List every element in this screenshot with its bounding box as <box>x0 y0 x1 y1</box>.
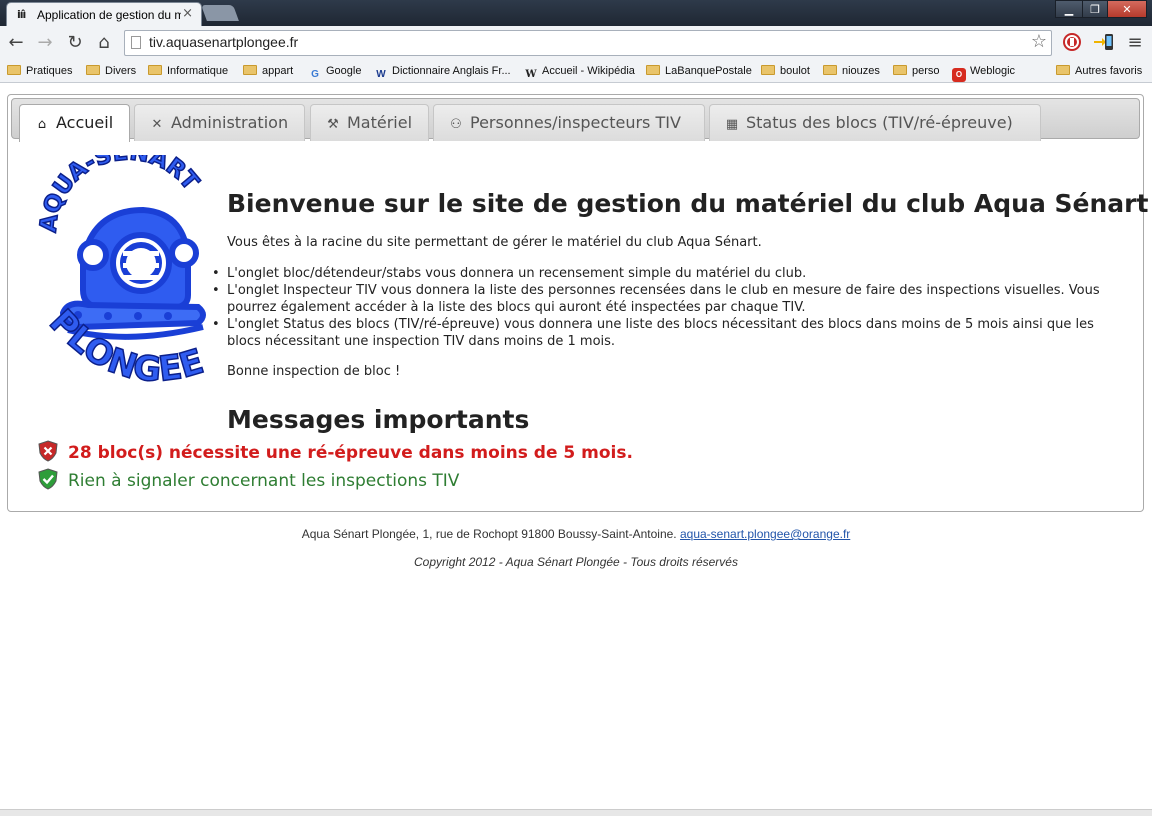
folder-icon <box>243 65 257 75</box>
list-item: L'onglet bloc/détendeur/stabs vous donne… <box>212 265 1117 282</box>
folder-icon <box>761 65 775 75</box>
bookmark-wikipedia[interactable]: W Accueil - Wikipédia <box>524 63 635 80</box>
info-list: L'onglet bloc/détendeur/stabs vous donne… <box>212 265 1117 350</box>
browser-titlebar: iíì Application de gestion du mat × ▁ ❐ … <box>0 0 1152 28</box>
wordreference-icon: W <box>376 69 386 80</box>
new-tab-button[interactable] <box>201 5 239 21</box>
wrench-icon: ⚒ <box>327 117 339 132</box>
footer-email-link[interactable]: aqua-senart.plongee@orange.fr <box>680 527 850 541</box>
tab-status-blocs[interactable]: ▦ Status des blocs (TIV/ré-épreuve) <box>709 104 1041 141</box>
browser-toolbar: ← → ↻ ⌂ tiv.aquasenartplongee.fr ☆ ≡ <box>0 26 1152 60</box>
list-item: L'onglet Status des blocs (TIV/ré-épreuv… <box>212 316 1117 350</box>
tools-icon: ✕ <box>151 117 163 132</box>
page-content: ⌂ Accueil ✕ Administration ⚒ Matériel ⚇ Pers… <box>0 83 1152 816</box>
home-icon: ⌂ <box>37 117 47 132</box>
main-panel: ⌂ Accueil ✕ Administration ⚒ Matériel ⚇ Pers… <box>7 94 1148 512</box>
browser-tab[interactable]: iíì Application de gestion du mat × <box>6 2 202 28</box>
bookmark-pratiques[interactable]: Pratiques <box>7 63 72 79</box>
folder-icon <box>148 65 162 75</box>
folder-icon <box>86 65 100 75</box>
address-bar[interactable]: tiv.aquasenartplongee.fr ☆ <box>124 30 1052 56</box>
browser-tab-title: Application de gestion du mat <box>37 8 181 22</box>
bookmark-labanquepostale[interactable]: LaBanquePostale <box>646 63 752 79</box>
footer-address: Aqua Sénart Plongée, 1, rue de Rochopt 9… <box>301 527 851 541</box>
minimize-button[interactable]: ▁ <box>1055 0 1083 18</box>
alert-text: 28 bloc(s) nécessite une ré-épreuve dans… <box>68 443 633 463</box>
calendar-icon: ▦ <box>725 117 739 132</box>
bookmark-niouzes[interactable]: niouzes <box>823 63 880 79</box>
back-icon[interactable]: ← <box>4 32 28 54</box>
tab-materiel[interactable]: ⚒ Matériel <box>310 104 429 141</box>
error-shield-icon <box>38 440 58 462</box>
reload-icon[interactable]: ↻ <box>63 32 87 54</box>
page-icon <box>131 36 141 49</box>
bookmarks-bar: Pratiques Divers Informatique appart G Go… <box>0 60 1152 83</box>
bookmark-google[interactable]: G Google <box>308 63 361 80</box>
bookmark-informatique[interactable]: Informatique <box>148 63 228 79</box>
tab-strip: ⌂ Accueil ✕ Administration ⚒ Matériel ⚇ Pers… <box>11 98 1140 142</box>
bookmark-autres-favoris[interactable]: Autres favoris <box>1056 63 1142 79</box>
folder-icon <box>823 65 837 75</box>
stop-extension-icon[interactable] <box>1061 32 1083 54</box>
maximize-button[interactable]: ❐ <box>1082 0 1108 18</box>
bookmark-appart[interactable]: appart <box>243 63 293 79</box>
bookmark-perso[interactable]: perso <box>893 63 940 79</box>
folder-icon <box>7 65 21 75</box>
people-icon: ⚇ <box>450 117 462 132</box>
menu-icon[interactable]: ≡ <box>1123 32 1147 54</box>
footer-copyright: Copyright 2012 - Aqua Sénart Plongée - T… <box>414 555 738 569</box>
bookmark-weblogic[interactable]: O Weblogic <box>952 63 1015 82</box>
intro-text: Vous êtes à la racine du site permettant… <box>227 235 762 250</box>
url-text[interactable]: tiv.aquasenartplongee.fr <box>149 34 298 50</box>
bookmark-star-icon[interactable]: ☆ <box>1031 31 1047 52</box>
messages-title: Messages importants <box>227 405 530 434</box>
page-title: Bienvenue sur le site de gestion du maté… <box>227 189 1149 218</box>
oracle-icon: O <box>952 68 966 82</box>
folder-icon <box>646 65 660 75</box>
forward-icon[interactable]: → <box>33 32 57 54</box>
tab-personnes[interactable]: ⚇ Personnes/inspecteurs TIV <box>433 104 705 141</box>
bookmark-boulot[interactable]: boulot <box>761 63 810 79</box>
bookmark-dictionnaire[interactable]: W Dictionnaire Anglais Fr... <box>374 63 510 80</box>
tab-close-icon[interactable]: × <box>182 6 193 21</box>
tab-accueil[interactable]: ⌂ Accueil <box>19 104 130 142</box>
bookmark-divers[interactable]: Divers <box>86 63 136 79</box>
list-item: L'onglet Inspecteur TIV vous donnera la … <box>212 282 1117 316</box>
close-window-button[interactable]: ✕ <box>1107 0 1147 18</box>
wikipedia-icon: W <box>525 69 537 80</box>
site-favicon-icon: iíì <box>17 8 26 21</box>
check-shield-icon <box>38 468 58 490</box>
closing-text: Bonne inspection de bloc ! <box>227 364 401 379</box>
home-icon[interactable]: ⌂ <box>92 32 116 54</box>
tab-administration[interactable]: ✕ Administration <box>134 104 305 141</box>
mobile-extension-icon[interactable] <box>1093 32 1115 54</box>
ok-text: Rien à signaler concernant les inspectio… <box>68 471 460 491</box>
folder-icon <box>1056 65 1070 75</box>
aqua-senart-logo: AQUA-SENART PLONGEE <box>38 155 209 391</box>
google-icon: G <box>311 69 319 80</box>
folder-icon <box>893 65 907 75</box>
